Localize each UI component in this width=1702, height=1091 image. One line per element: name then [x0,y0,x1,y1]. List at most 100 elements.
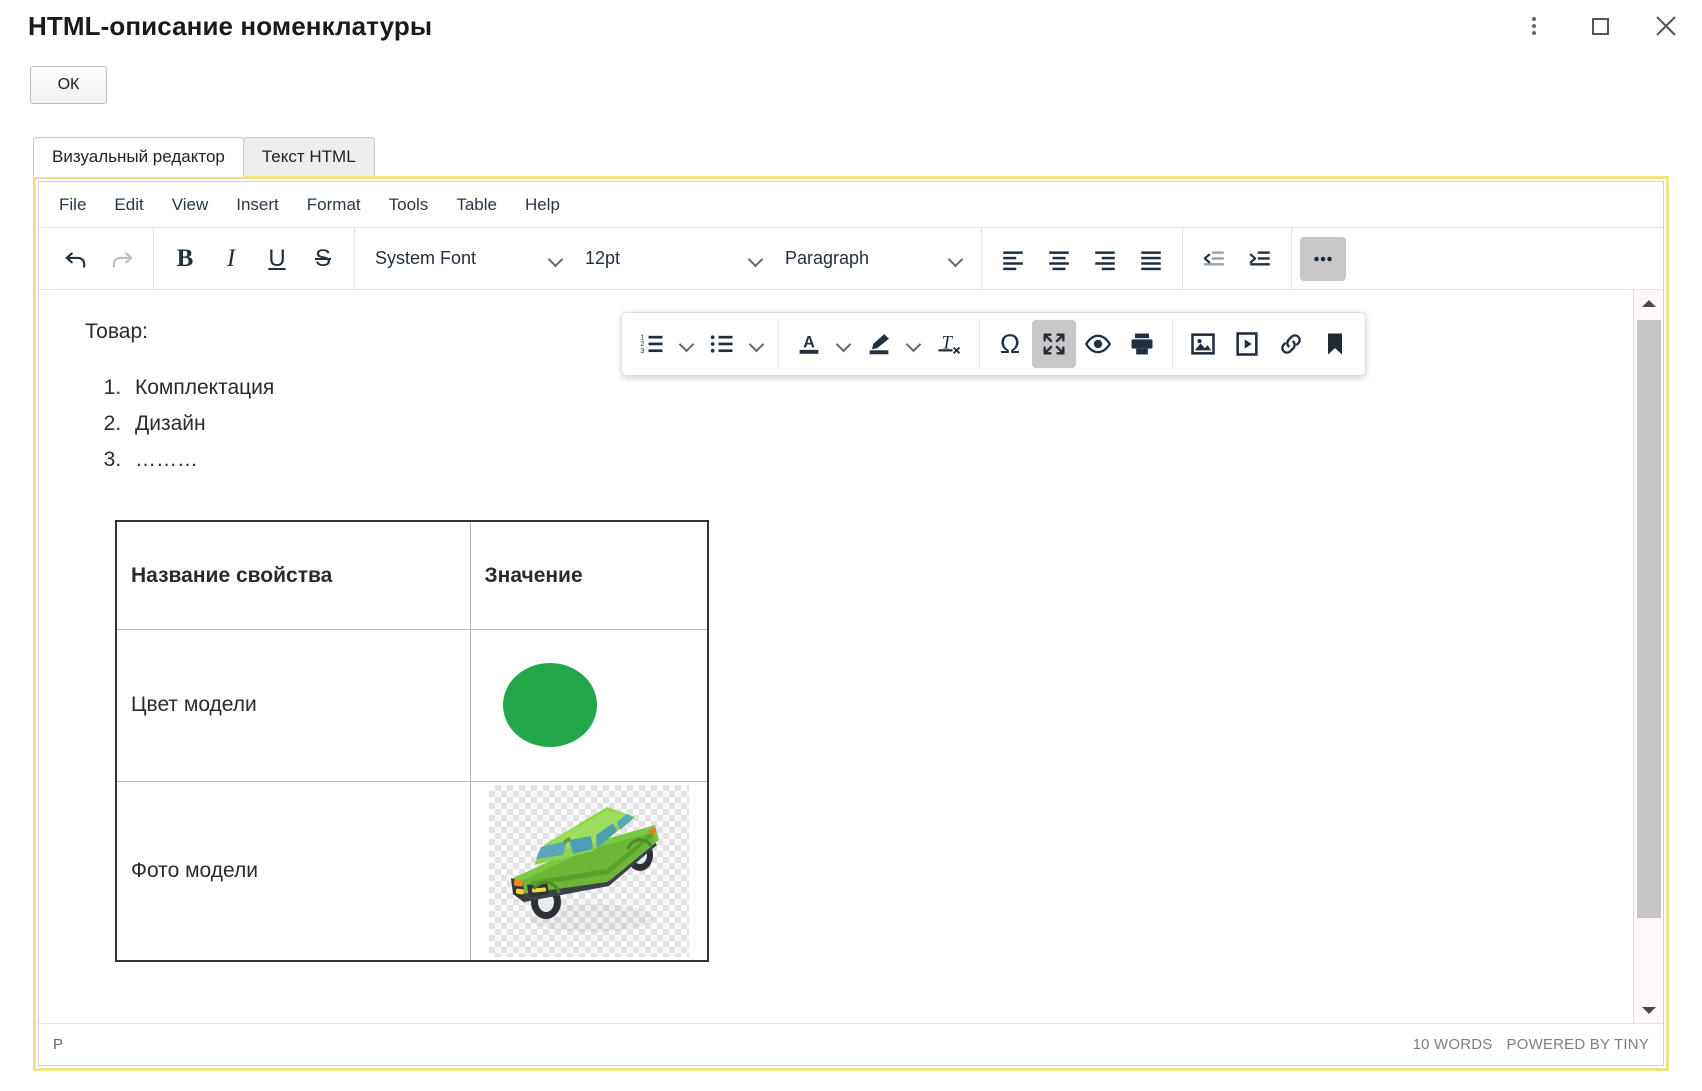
content-ordered-list: Комплектация Дизайн ……… [127,370,1603,478]
toolbar-group-align [982,228,1182,289]
indent-icon [1247,246,1273,272]
undo-button[interactable] [53,237,99,281]
tiny-branding[interactable]: POWERED BY TINY [1507,1036,1649,1053]
text-color-options-button[interactable] [831,320,857,368]
overflow-group-tools: Ω [980,313,1172,375]
bold-button[interactable]: B [162,237,208,281]
align-left-button[interactable] [990,237,1036,281]
font-family-select[interactable]: System Font [363,237,573,281]
align-justify-button[interactable] [1128,237,1174,281]
media-icon [1233,330,1261,358]
word-count[interactable]: 10 WORDS [1413,1036,1493,1053]
align-justify-icon [1138,246,1164,272]
align-center-icon [1046,246,1072,272]
menu-file[interactable]: File [45,190,100,220]
underline-button[interactable]: U [254,237,300,281]
editor-content-area[interactable]: Товар: Комплектация Дизайн ……… Название … [39,290,1633,1023]
bullet-list-options-button[interactable] [744,320,770,368]
chevron-down-icon [907,337,921,351]
car-photo [489,785,689,957]
window-controls [1512,4,1688,48]
font-size-select[interactable]: 12pt [573,237,773,281]
font-family-value: System Font [375,248,476,269]
svg-text:3: 3 [640,348,644,355]
special-character-button[interactable]: Ω [988,320,1032,368]
insert-link-button[interactable] [1269,320,1313,368]
scroll-up-button[interactable] [1634,290,1663,316]
table-header-row: Название свойства Значение [116,521,708,629]
statusbar-right: 10 WORDS POWERED BY TINY [1413,1036,1649,1053]
maximize-icon [1592,18,1609,35]
menu-table[interactable]: Table [442,190,511,220]
table-header-value: Значение [470,521,708,629]
bullet-list-button[interactable] [700,320,744,368]
print-button[interactable] [1120,320,1164,368]
preview-button[interactable] [1076,320,1120,368]
close-icon [1653,13,1679,39]
svg-text:A: A [803,334,815,352]
editor-body: Товар: Комплектация Дизайн ……… Название … [39,290,1663,1023]
outdent-icon [1201,246,1227,272]
tab-bar: Визуальный редактор Текст HTML [33,137,374,177]
block-format-select[interactable]: Paragraph [773,237,973,281]
overflow-group-lists: 1 2 3 [622,313,778,375]
numbered-list-icon: 1 2 3 [638,330,666,358]
content-scrollbar[interactable] [1633,290,1663,1023]
text-color-button[interactable]: A [787,320,831,368]
insert-image-button[interactable] [1181,320,1225,368]
more-toolbar-button[interactable] [1300,237,1346,281]
ok-button-label: ОК [58,76,80,94]
italic-button[interactable]: I [208,237,254,281]
block-format-value: Paragraph [785,248,869,269]
strikethrough-button[interactable]: S [300,237,346,281]
bold-icon: B [177,245,194,273]
table-row: Цвет модели [116,629,708,781]
tab-visual-editor[interactable]: Визуальный редактор [33,137,244,177]
toolbar-group-history [45,228,153,289]
background-color-options-button[interactable] [901,320,927,368]
chevron-down-icon [549,252,563,266]
indent-button[interactable] [1237,237,1283,281]
menu-insert[interactable]: Insert [222,190,293,220]
toolbar-group-indent [1183,228,1291,289]
editor-statusbar: P 10 WORDS POWERED BY TINY [39,1023,1663,1065]
strikethrough-icon: S [315,245,331,273]
menu-format[interactable]: Format [293,190,375,220]
numbered-list-button[interactable]: 1 2 3 [630,320,674,368]
chevron-down-icon [750,337,764,351]
remove-format-icon: T [935,330,963,358]
background-color-button[interactable] [857,320,901,368]
align-left-icon [1000,246,1026,272]
tab-html-text[interactable]: Текст HTML [243,137,375,177]
table-header-property-name: Название свойства [116,521,470,629]
menu-help[interactable]: Help [511,190,574,220]
align-right-button[interactable] [1082,237,1128,281]
ok-button[interactable]: ОК [30,66,107,104]
bullet-list-icon [708,330,736,358]
remove-format-button[interactable]: T [927,320,971,368]
close-button[interactable] [1644,4,1688,48]
toolbar-group-style: B I U S [154,228,354,289]
scrollbar-thumb[interactable] [1637,320,1661,918]
maximize-button[interactable] [1578,4,1622,48]
fullscreen-button[interactable] [1032,320,1076,368]
chevron-down-icon [837,337,851,351]
element-path[interactable]: P [53,1036,63,1053]
tab-visual-editor-label: Визуальный редактор [52,147,225,167]
list-item: ……… [127,442,1603,478]
menu-tools[interactable]: Tools [375,190,443,220]
kebab-menu-button[interactable] [1512,4,1556,48]
redo-button[interactable] [99,237,145,281]
insert-media-button[interactable] [1225,320,1269,368]
overflow-toolbar: 1 2 3 [621,312,1366,376]
align-center-button[interactable] [1036,237,1082,281]
numbered-list-options-button[interactable] [674,320,700,368]
chevron-down-icon [680,337,694,351]
overflow-group-color: A T [779,313,979,375]
anchor-button[interactable] [1313,320,1357,368]
outdent-button[interactable] [1191,237,1237,281]
menu-view[interactable]: View [158,190,223,220]
toolbar-group-fonts: System Font 12pt Paragraph [355,228,981,289]
menu-edit[interactable]: Edit [100,190,157,220]
scroll-down-button[interactable] [1634,997,1663,1023]
